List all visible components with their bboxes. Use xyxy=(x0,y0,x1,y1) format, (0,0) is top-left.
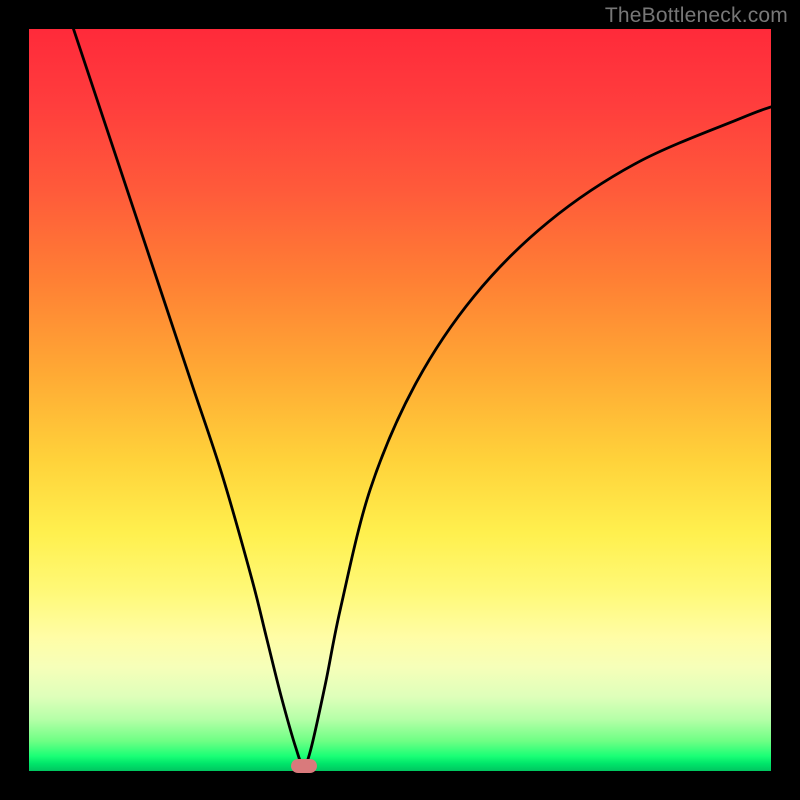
watermark-text: TheBottleneck.com xyxy=(605,4,788,28)
plot-area xyxy=(29,29,771,771)
chart-frame: TheBottleneck.com xyxy=(0,0,800,800)
bottleneck-curve xyxy=(29,29,771,771)
optimal-point-marker xyxy=(291,759,317,773)
